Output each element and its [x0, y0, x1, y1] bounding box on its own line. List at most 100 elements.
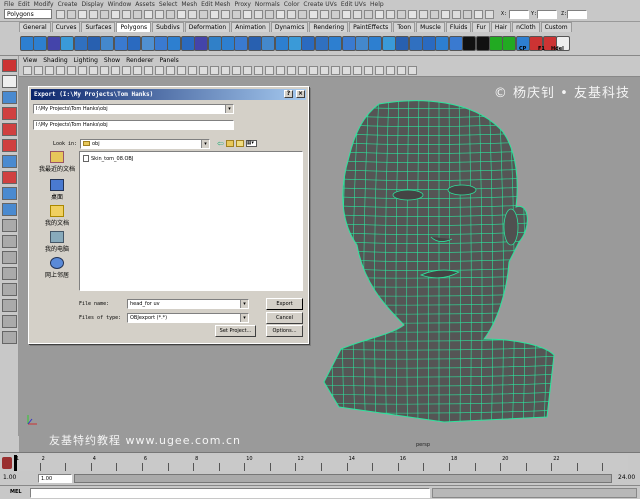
- shelf-tool-icon[interactable]: [341, 36, 356, 51]
- shelf-tool-icon[interactable]: [167, 36, 182, 51]
- back-icon[interactable]: ⇦: [217, 139, 224, 148]
- file-name-input[interactable]: head_for uv ▾: [127, 299, 249, 309]
- status-tool-icon[interactable]: [89, 10, 98, 19]
- panel-tool-icon[interactable]: [34, 66, 43, 75]
- panel-menu-panels[interactable]: Panels: [159, 57, 178, 64]
- panel-tool-icon[interactable]: [386, 66, 395, 75]
- chevron-down-icon[interactable]: ▾: [225, 105, 233, 113]
- status-tool-icon[interactable]: [166, 10, 175, 19]
- status-tool-icon[interactable]: [144, 10, 153, 19]
- status-tool-icon[interactable]: [276, 10, 285, 19]
- status-tool-icon[interactable]: [243, 10, 252, 19]
- shelf-tool-icon[interactable]: [328, 36, 343, 51]
- shelf-tab-deformation[interactable]: Deformation: [184, 22, 231, 32]
- path-combo[interactable]: I:\My Projects\Tom Hanks\obj ▾: [33, 104, 234, 114]
- panel-tool-icon[interactable]: [210, 66, 219, 75]
- panel-tool-icon[interactable]: [23, 66, 32, 75]
- shelf-tool-icon[interactable]: [301, 36, 316, 51]
- menu-edit-mesh[interactable]: Edit Mesh: [201, 1, 230, 8]
- status-tool-icon[interactable]: [199, 10, 208, 19]
- look-in-select[interactable]: obj ▾: [80, 139, 210, 149]
- command-input[interactable]: [30, 488, 430, 498]
- panel-tool-icon[interactable]: [166, 66, 175, 75]
- shelf-tool-icon[interactable]: [381, 36, 396, 51]
- shelf-tool-icon[interactable]: [20, 36, 34, 51]
- shelf-tab-surfaces[interactable]: Surfaces: [81, 22, 116, 32]
- status-tool-icon[interactable]: [485, 10, 494, 19]
- view-menu-icon[interactable]: ▦▾: [245, 140, 257, 147]
- layout-single-icon[interactable]: [2, 219, 17, 232]
- shelf-tab-ncloth[interactable]: nCloth: [512, 22, 540, 32]
- panel-tool-icon[interactable]: [78, 66, 87, 75]
- status-tool-icon[interactable]: [265, 10, 274, 19]
- close-icon[interactable]: ×: [296, 90, 305, 98]
- shelf-tool-icon[interactable]: [502, 36, 517, 51]
- menu-normals[interactable]: Normals: [255, 1, 280, 8]
- panel-tool-icon[interactable]: [320, 66, 329, 75]
- panel-tool-icon[interactable]: [298, 66, 307, 75]
- shelf-tool-icon[interactable]: [60, 36, 75, 51]
- shelf-tool-icon[interactable]: [46, 36, 61, 51]
- shelf-tool-icon[interactable]: [261, 36, 276, 51]
- status-tool-icon[interactable]: [67, 10, 76, 19]
- status-tool-icon[interactable]: [298, 10, 307, 19]
- shelf-tool-icon[interactable]: [422, 36, 436, 51]
- panel-tool-icon[interactable]: [144, 66, 153, 75]
- status-tool-icon[interactable]: [254, 10, 263, 19]
- menu-select[interactable]: Select: [159, 1, 178, 8]
- shelf-tab-fur[interactable]: Fur: [472, 22, 490, 32]
- layout-outliner-icon[interactable]: [2, 283, 17, 296]
- shelf-tool-icon[interactable]: [87, 36, 101, 51]
- shelf-tool-icon[interactable]: [73, 36, 88, 51]
- shelf-tab-fluids[interactable]: Fluids: [445, 22, 472, 32]
- shelf-tool-icon[interactable]: [194, 36, 209, 51]
- lasso-tool-icon[interactable]: [2, 75, 17, 88]
- menu-assets[interactable]: Assets: [135, 1, 155, 8]
- panel-tool-icon[interactable]: [265, 66, 274, 75]
- panel-tool-icon[interactable]: [221, 66, 230, 75]
- status-tool-icon[interactable]: [353, 10, 362, 19]
- shelf-tab-muscle[interactable]: Muscle: [416, 22, 445, 32]
- options-button[interactable]: Options...: [266, 325, 303, 337]
- shelf-tab-rendering[interactable]: Rendering: [309, 22, 349, 32]
- shelf-tool-icon[interactable]: [207, 36, 222, 51]
- panel-menu-lighting[interactable]: Lighting: [74, 57, 98, 64]
- shelf-tool-icon[interactable]: [234, 36, 249, 51]
- set-project-button[interactable]: Set Project...: [215, 325, 256, 337]
- status-tool-icon[interactable]: [331, 10, 340, 19]
- menu-edit[interactable]: Edit: [18, 1, 30, 8]
- panel-tool-icon[interactable]: [155, 66, 164, 75]
- shelf-tool-icon[interactable]: [408, 36, 423, 51]
- shelf-tool-icon[interactable]: [475, 36, 490, 51]
- file-list[interactable]: Skin_tom_08.OBJ: [79, 151, 303, 291]
- place-desktop[interactable]: 桌面: [37, 179, 77, 201]
- panel-tool-icon[interactable]: [276, 66, 285, 75]
- menu-modify[interactable]: Modify: [34, 1, 54, 8]
- panel-tool-icon[interactable]: [243, 66, 252, 75]
- status-tool-icon[interactable]: [133, 10, 142, 19]
- status-tool-icon[interactable]: [122, 10, 131, 19]
- shelf-tool-icon[interactable]: [462, 36, 477, 51]
- place-computer[interactable]: 我的电脑: [37, 231, 77, 253]
- shelf-tab-hair[interactable]: Hair: [490, 22, 512, 32]
- shelf-tab-curves[interactable]: Curves: [51, 22, 81, 32]
- status-tool-icon[interactable]: [364, 10, 373, 19]
- layout-persp-icon[interactable]: [2, 331, 17, 344]
- panel-tool-icon[interactable]: [177, 66, 186, 75]
- shelf-tool-icon[interactable]: [395, 36, 410, 51]
- range-slider-bar[interactable]: [74, 474, 612, 483]
- shelf-tool-icon[interactable]: [180, 36, 195, 51]
- menu-color[interactable]: Color: [284, 1, 300, 8]
- shelf-tool-icon[interactable]: [355, 36, 369, 51]
- soft-mod-icon[interactable]: [2, 171, 17, 184]
- files-of-type-select[interactable]: OBJexport (*.*) ▾: [127, 313, 249, 323]
- chevron-down-icon[interactable]: ▾: [240, 314, 248, 322]
- shelf-tool-icon[interactable]: [100, 36, 115, 51]
- panel-tool-icon[interactable]: [309, 66, 318, 75]
- status-tool-icon[interactable]: [232, 10, 241, 19]
- menu-proxy[interactable]: Proxy: [234, 1, 250, 8]
- shelf-tool-icon[interactable]: [221, 36, 235, 51]
- shelf-tool-icon[interactable]: [127, 36, 142, 51]
- shelf-tool-icon[interactable]: [368, 36, 383, 51]
- status-tool-icon[interactable]: [78, 10, 87, 19]
